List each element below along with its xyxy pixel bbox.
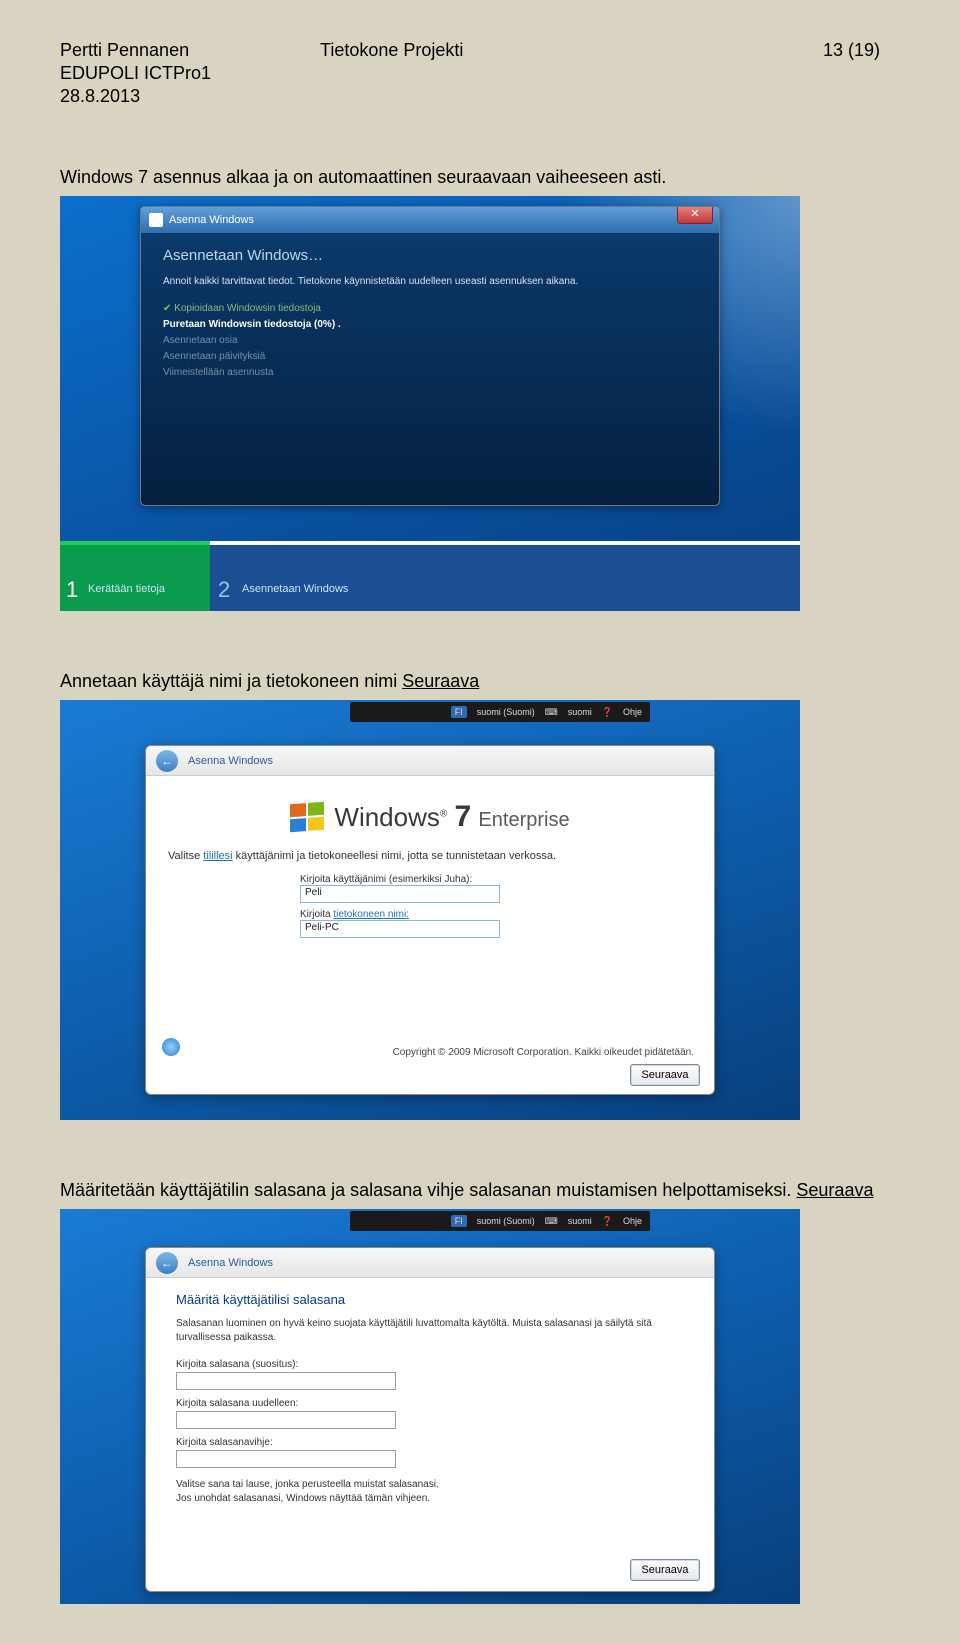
windows-flag-icon (290, 802, 324, 832)
lang-code[interactable]: FI (451, 706, 467, 718)
project-title: Tietokone Projekti (320, 40, 600, 61)
password-note: Salasanan luominen on hyvä keino suojata… (176, 1317, 684, 1345)
stage-2-num: 2 (218, 577, 230, 603)
date-line: 28.8.2013 (60, 86, 900, 107)
help-icon[interactable]: ❓ (602, 1216, 613, 1227)
install-dialog: Asenna Windows ✕ Asennetaan Windows… Ann… (140, 206, 720, 506)
next-button[interactable]: Seuraava (630, 1559, 700, 1581)
help-label: Ohje (623, 1216, 642, 1226)
lang-name: suomi (Suomi) (477, 1216, 535, 1226)
dialog-title: Asenna Windows (188, 1257, 273, 1269)
password-confirm-input[interactable] (176, 1411, 396, 1429)
lang-kb-icon: ⌨ (545, 707, 558, 718)
language-bar[interactable]: FI suomi (Suomi) ⌨ suomi ❓ Ohje (350, 1211, 650, 1231)
stage-1-label: Kerätään tietoja (88, 583, 165, 595)
back-button[interactable]: ← (156, 750, 178, 772)
step-copy: Kopioidaan Windowsin tiedostoja (163, 301, 697, 317)
pcname-label: Kirjoita tietokoneen nimi: (300, 909, 560, 920)
step-updates: Asennetaan päivityksiä (163, 349, 697, 365)
screenshot-password: FI suomi (Suomi) ⌨ suomi ❓ Ohje ← Asenna… (60, 1209, 800, 1604)
stage-1-num: 1 (66, 577, 78, 603)
password-hint-input[interactable] (176, 1450, 396, 1468)
install-info: Annoit kaikki tarvittavat tiedot. Tietok… (163, 276, 697, 287)
install-progress-bar: 1 Kerätään tietoja 2 Asennetaan Windows (60, 541, 800, 611)
lang-kb: suomi (568, 1216, 592, 1226)
page-number: 13 (19) (600, 40, 900, 61)
window-icon (149, 213, 163, 227)
course-line: EDUPOLI ICTPro1 (60, 63, 900, 84)
lang-name: suomi (Suomi) (477, 707, 535, 717)
instruction-text: Valitse tilillesi käyttäjänimi ja tietok… (168, 850, 692, 862)
username-input[interactable]: Peli (300, 885, 500, 903)
author: Pertti Pennanen (60, 40, 320, 61)
username-label: Kirjoita käyttäjänimi (esimerkiksi Juha)… (300, 874, 560, 885)
password-hint-label: Kirjoita salasanavihje: (176, 1437, 684, 1448)
lang-kb: suomi (568, 707, 592, 717)
password-dialog: ← Asenna Windows Määritä käyttäjätilisi … (145, 1247, 715, 1592)
dialog-title: Asenna Windows (169, 214, 254, 226)
lang-kb-icon: ⌨ (545, 1216, 558, 1227)
step-finalize: Viimeistellään asennusta (163, 365, 697, 381)
close-button[interactable]: ✕ (677, 206, 713, 224)
windows-logo-text: Windows® 7 Enterprise (334, 800, 569, 834)
account-link[interactable]: tilillesi (203, 850, 232, 862)
copyright: Copyright © 2009 Microsoft Corporation. … (393, 1047, 694, 1058)
home-icon[interactable] (162, 1038, 180, 1056)
back-button[interactable]: ← (156, 1252, 178, 1274)
language-bar[interactable]: FI suomi (Suomi) ⌨ suomi ❓ Ohje (350, 702, 650, 722)
stage-2-label: Asennetaan Windows (242, 583, 348, 595)
lang-code[interactable]: FI (451, 1215, 467, 1227)
paragraph-1: Windows 7 asennus alkaa ja on automaatti… (60, 167, 900, 188)
password-heading: Määritä käyttäjätilisi salasana (176, 1292, 684, 1307)
pcname-input[interactable]: Peli-PC (300, 920, 500, 938)
windows-logo: Windows® 7 Enterprise (168, 800, 692, 834)
screenshot-install-progress: Asenna Windows ✕ Asennetaan Windows… Ann… (60, 196, 800, 611)
step-extract: Puretaan Windowsin tiedostoja (0%) . (163, 317, 697, 333)
page-header: Pertti Pennanen Tietokone Projekti 13 (1… (60, 40, 900, 61)
paragraph-2: Annetaan käyttäjä nimi ja tietokoneen ni… (60, 671, 900, 692)
dialog-title: Asenna Windows (188, 755, 273, 767)
dialog-titlebar: ← Asenna Windows (146, 1248, 714, 1278)
screenshot-username: FI suomi (Suomi) ⌨ suomi ❓ Ohje ← Asenna… (60, 700, 800, 1120)
password-confirm-label: Kirjoita salasana uudelleen: (176, 1398, 684, 1409)
step-components: Asennetaan osia (163, 333, 697, 349)
install-steps: Kopioidaan Windowsin tiedostoja Puretaan… (163, 301, 697, 381)
password-input[interactable] (176, 1372, 396, 1390)
dialog-titlebar: Asenna Windows (141, 207, 719, 233)
dialog-titlebar: ← Asenna Windows (146, 746, 714, 776)
password-label: Kirjoita salasana (suositus): (176, 1359, 684, 1370)
install-heading: Asennetaan Windows… (163, 247, 697, 264)
username-dialog: ← Asenna Windows Windows® 7 Enterprise V… (145, 745, 715, 1095)
paragraph-3: Määritetään käyttäjätilin salasana ja sa… (60, 1180, 900, 1201)
help-icon[interactable]: ❓ (602, 707, 613, 718)
next-button[interactable]: Seuraava (630, 1064, 700, 1086)
hint산-note: Valitse sana tai lause, jonka perusteell… (176, 1478, 684, 1506)
help-label: Ohje (623, 707, 642, 717)
